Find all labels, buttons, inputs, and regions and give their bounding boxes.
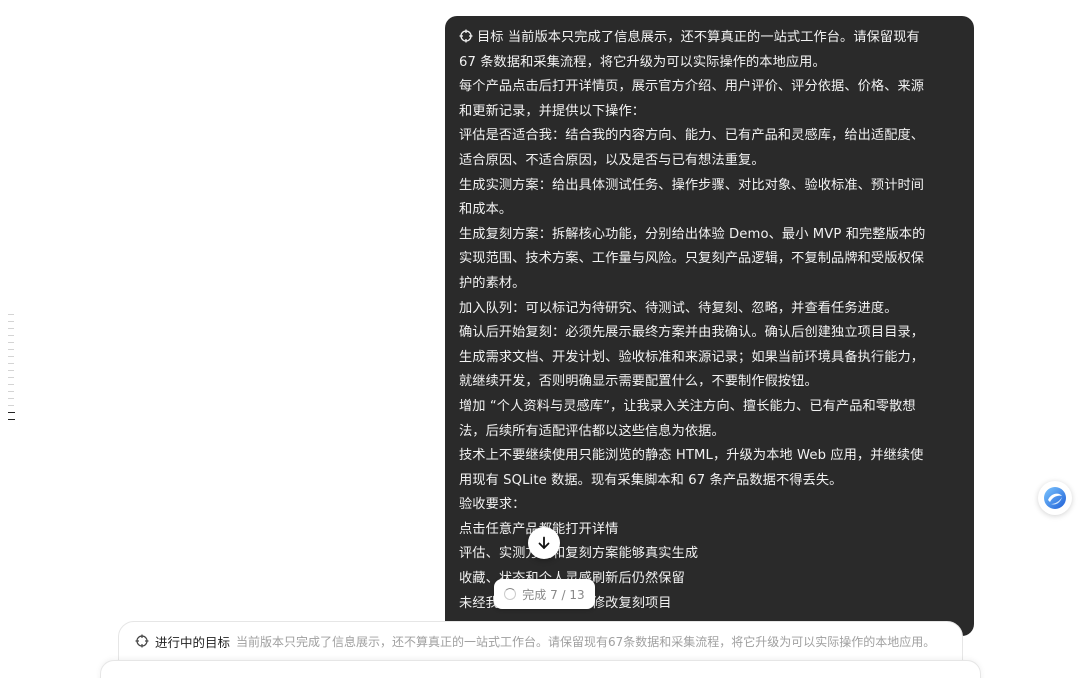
message-line: 增加 “个人资料与灵感库”，让我录入关注方向、擅长能力、已有产品和零散想 [459, 398, 916, 414]
message-line: 确认后开始复刻：必须先展示最终方案并由我确认。确认后创建独立项目目录， [459, 325, 925, 341]
tick [8, 391, 14, 392]
tick [8, 363, 14, 364]
ongoing-goal-bar[interactable]: 进行中的目标 当前版本只完成了信息展示，还不算真正的一站式工作台。请保留现有67… [118, 621, 963, 661]
tick-active [8, 419, 15, 420]
goal-bar-text: 当前版本只完成了信息展示，还不算真正的一站式工作台。请保留现有67条数据和采集流… [236, 634, 936, 649]
message-line: 生成复刻方案：拆解核心功能，分别给出体验 Demo、最小 MVP 和完整版本的 [459, 226, 926, 242]
tick [8, 384, 14, 385]
message-line: 技术上不要继续使用只能浏览的静态 HTML，升级为本地 Web 应用，并继续使 [459, 448, 924, 464]
chat-view: 目标 当前版本只完成了信息展示，还不算真正的一站式工作台。请保留现有 67 条数… [0, 0, 1080, 678]
tick-active [8, 412, 15, 413]
message-line: 评估是否适合我：结合我的内容方向、能力、已有产品和灵感库，给出适配度、 [459, 128, 925, 144]
crosshair-icon [135, 634, 149, 648]
message-line: 用现有 SQLite 数据。现有采集脚本和 67 条产品数据不得丢失。 [459, 472, 843, 488]
tick [8, 314, 14, 315]
message-line: 护的素材。 [459, 275, 526, 291]
message-line: 目标 当前版本只完成了信息展示，还不算真正的一站式工作台。请保留现有 [459, 26, 960, 51]
message-text: 目标 当前版本只完成了信息展示，还不算真正的一站式工作台。请保留现有 [477, 30, 920, 45]
message-line: 验收要求： [459, 497, 526, 513]
tick [8, 405, 14, 406]
tick [8, 377, 14, 378]
tick [8, 328, 14, 329]
crosshair-icon [459, 29, 473, 43]
tick [8, 321, 14, 322]
tick [8, 349, 14, 350]
progress-label: 完成 7 / 13 [522, 587, 585, 602]
tick [8, 342, 14, 343]
tick [8, 335, 14, 336]
goal-bar-label: 进行中的目标 [155, 634, 231, 650]
message-line: 适合原因、不适合原因，以及是否与已有想法重复。 [459, 152, 765, 168]
message-line: 生成需求文档、开发计划、验收标准和来源记录；如果当前环境具备执行能力， [459, 349, 925, 365]
message-line: 实现范围、技术方案、工作量与风险。只复刻产品逻辑，不复制品牌和受版权保 [459, 251, 925, 267]
message-line: 就继续开发，否则明确显示需要配置什么，不要制作假按钮。 [459, 374, 818, 390]
assistant-logo-icon [1044, 487, 1066, 509]
message-composer[interactable] [100, 660, 981, 678]
scroll-position-ticks[interactable] [8, 314, 16, 426]
message-line: 67 条数据和采集流程，将它升级为可以实际操作的本地应用。 [459, 54, 826, 70]
message-line: 法，后续所有适配评估都以这些信息为依据。 [459, 423, 725, 439]
message-line: 每个产品点击后打开详情页，展示官方介绍、用户评价、评分依据、价格、来源 [459, 79, 925, 95]
tick [8, 356, 14, 357]
loading-spinner-icon [504, 588, 517, 600]
message-line: 生成实测方案：给出具体测试任务、操作步骤、对比对象、验收标准、预计时间 [459, 177, 925, 193]
task-progress-chip[interactable]: 完成 7 / 13 [494, 579, 595, 609]
tick [8, 398, 14, 399]
assistant-launcher-button[interactable] [1038, 481, 1072, 515]
message-line: 和成本。 [459, 202, 513, 218]
arrow-down-icon [538, 536, 550, 549]
tick [8, 370, 14, 371]
user-message-bubble: 目标 当前版本只完成了信息展示，还不算真正的一站式工作台。请保留现有 67 条数… [445, 16, 974, 636]
message-line: 和更新记录，并提供以下操作： [459, 103, 646, 119]
scroll-to-bottom-button[interactable] [528, 527, 560, 559]
message-line: 加入队列：可以标记为待研究、待测试、待复刻、忽略，并查看任务进度。 [459, 300, 898, 316]
